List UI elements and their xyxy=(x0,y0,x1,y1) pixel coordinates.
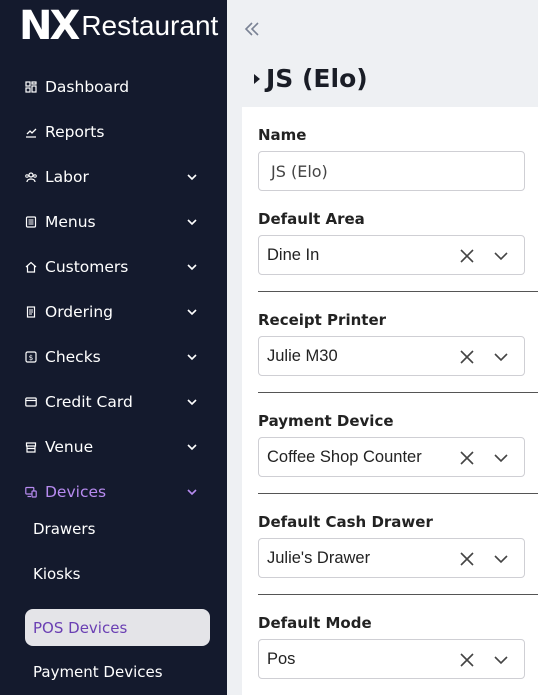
dashboard-icon xyxy=(24,80,38,94)
sidebar-item-label: Devices xyxy=(45,483,107,501)
sidebar-item-reports[interactable]: Reports xyxy=(24,118,204,146)
divider xyxy=(258,493,538,494)
default-cash-drawer-select[interactable]: Julie's Drawer xyxy=(258,538,525,578)
sidebar-item-venue[interactable]: Venue xyxy=(24,433,204,461)
clear-icon[interactable] xyxy=(458,247,476,265)
chevron-down-icon[interactable] xyxy=(492,651,510,669)
sidebar-item-credit-card[interactable]: Credit Card xyxy=(24,388,204,416)
svg-text:$: $ xyxy=(29,354,33,362)
chevron-down-icon xyxy=(187,489,197,496)
default-mode-value: Pos xyxy=(267,650,296,668)
brand-logo[interactable]: NX Restaurant xyxy=(19,6,218,46)
brand-name: Restaurant xyxy=(81,10,219,41)
default-mode-label: Default Mode xyxy=(258,614,372,632)
default-area-select[interactable]: Dine In xyxy=(258,235,525,275)
payment-device-value: Coffee Shop Counter xyxy=(267,448,422,466)
chevron-down-icon[interactable] xyxy=(492,247,510,265)
clear-icon[interactable] xyxy=(458,651,476,669)
sidebar-item-checks[interactable]: $ Checks xyxy=(24,343,204,371)
main-content: JS (Elo) Name JS (Elo) Default Area Dine… xyxy=(227,0,538,695)
sidebar-item-label: Reports xyxy=(45,123,105,141)
store-icon xyxy=(24,440,38,454)
receipt-icon xyxy=(24,305,38,319)
divider xyxy=(258,291,538,292)
collapse-sidebar-icon[interactable] xyxy=(243,20,261,38)
sidebar-item-dashboard[interactable]: Dashboard xyxy=(24,73,204,101)
sidebar-item-customers[interactable]: Customers xyxy=(24,253,204,281)
name-label: Name xyxy=(258,126,307,144)
chevron-down-icon xyxy=(187,219,197,226)
sidebar-item-devices[interactable]: Devices xyxy=(24,478,204,506)
default-cash-drawer-value: Julie's Drawer xyxy=(267,549,371,567)
users-icon xyxy=(24,170,38,184)
sidebar-item-label: Labor xyxy=(45,168,89,186)
clear-icon[interactable] xyxy=(458,449,476,467)
sidebar: NX Restaurant Dashboard Reports Labor Me… xyxy=(0,0,227,695)
default-area-label: Default Area xyxy=(258,210,365,228)
name-value: JS (Elo) xyxy=(271,161,328,181)
chevron-down-icon xyxy=(187,174,197,181)
divider xyxy=(258,594,538,595)
sidebar-item-label: Menus xyxy=(45,213,96,231)
sidebar-item-menus[interactable]: Menus xyxy=(24,208,204,236)
sidebar-item-labor[interactable]: Labor xyxy=(24,163,204,191)
sidebar-subitem-drawers[interactable]: Drawers xyxy=(33,520,95,538)
sidebar-subitem-kiosks[interactable]: Kiosks xyxy=(33,565,81,583)
chevron-down-icon xyxy=(187,444,197,451)
receipt-printer-label: Receipt Printer xyxy=(258,311,387,329)
sidebar-subitem-pos-devices[interactable]: POS Devices xyxy=(25,609,210,646)
chevron-down-icon[interactable] xyxy=(492,348,510,366)
home-icon xyxy=(24,260,38,274)
sidebar-item-label: Customers xyxy=(45,258,129,276)
sidebar-item-label: Checks xyxy=(45,348,101,366)
sidebar-item-ordering[interactable]: Ordering xyxy=(24,298,204,326)
chart-icon xyxy=(24,125,38,139)
clear-icon[interactable] xyxy=(458,550,476,568)
page-title: JS (Elo) xyxy=(266,64,368,93)
chevron-down-icon xyxy=(187,264,197,271)
device-form-card xyxy=(242,107,538,695)
sidebar-item-label: Dashboard xyxy=(45,78,130,96)
sidebar-subitem-label: POS Devices xyxy=(33,618,128,637)
credit-card-icon xyxy=(24,395,38,409)
dollar-icon: $ xyxy=(24,350,38,364)
receipt-printer-value: Julie M30 xyxy=(267,347,338,365)
clear-icon[interactable] xyxy=(458,348,476,366)
sidebar-subitem-payment-devices[interactable]: Payment Devices xyxy=(33,663,163,681)
chevron-down-icon[interactable] xyxy=(492,449,510,467)
chevron-down-icon[interactable] xyxy=(492,550,510,568)
devices-icon xyxy=(24,485,38,499)
menu-icon xyxy=(24,215,38,229)
chevron-down-icon xyxy=(187,354,197,361)
receipt-printer-select[interactable]: Julie M30 xyxy=(258,336,525,376)
sidebar-item-label: Credit Card xyxy=(45,393,133,411)
default-cash-drawer-label: Default Cash Drawer xyxy=(258,513,433,531)
caret-right-icon[interactable] xyxy=(253,73,261,85)
sidebar-item-label: Ordering xyxy=(45,303,114,321)
chevron-down-icon xyxy=(187,399,197,406)
payment-device-label: Payment Device xyxy=(258,412,394,430)
sidebar-item-label: Venue xyxy=(45,438,94,456)
chevron-down-icon xyxy=(187,309,197,316)
brand-mark: NX xyxy=(19,3,80,49)
name-input[interactable]: JS (Elo) xyxy=(258,151,525,191)
divider xyxy=(258,392,538,393)
default-area-value: Dine In xyxy=(267,246,320,264)
default-mode-select[interactable]: Pos xyxy=(258,639,525,679)
payment-device-select[interactable]: Coffee Shop Counter xyxy=(258,437,525,477)
